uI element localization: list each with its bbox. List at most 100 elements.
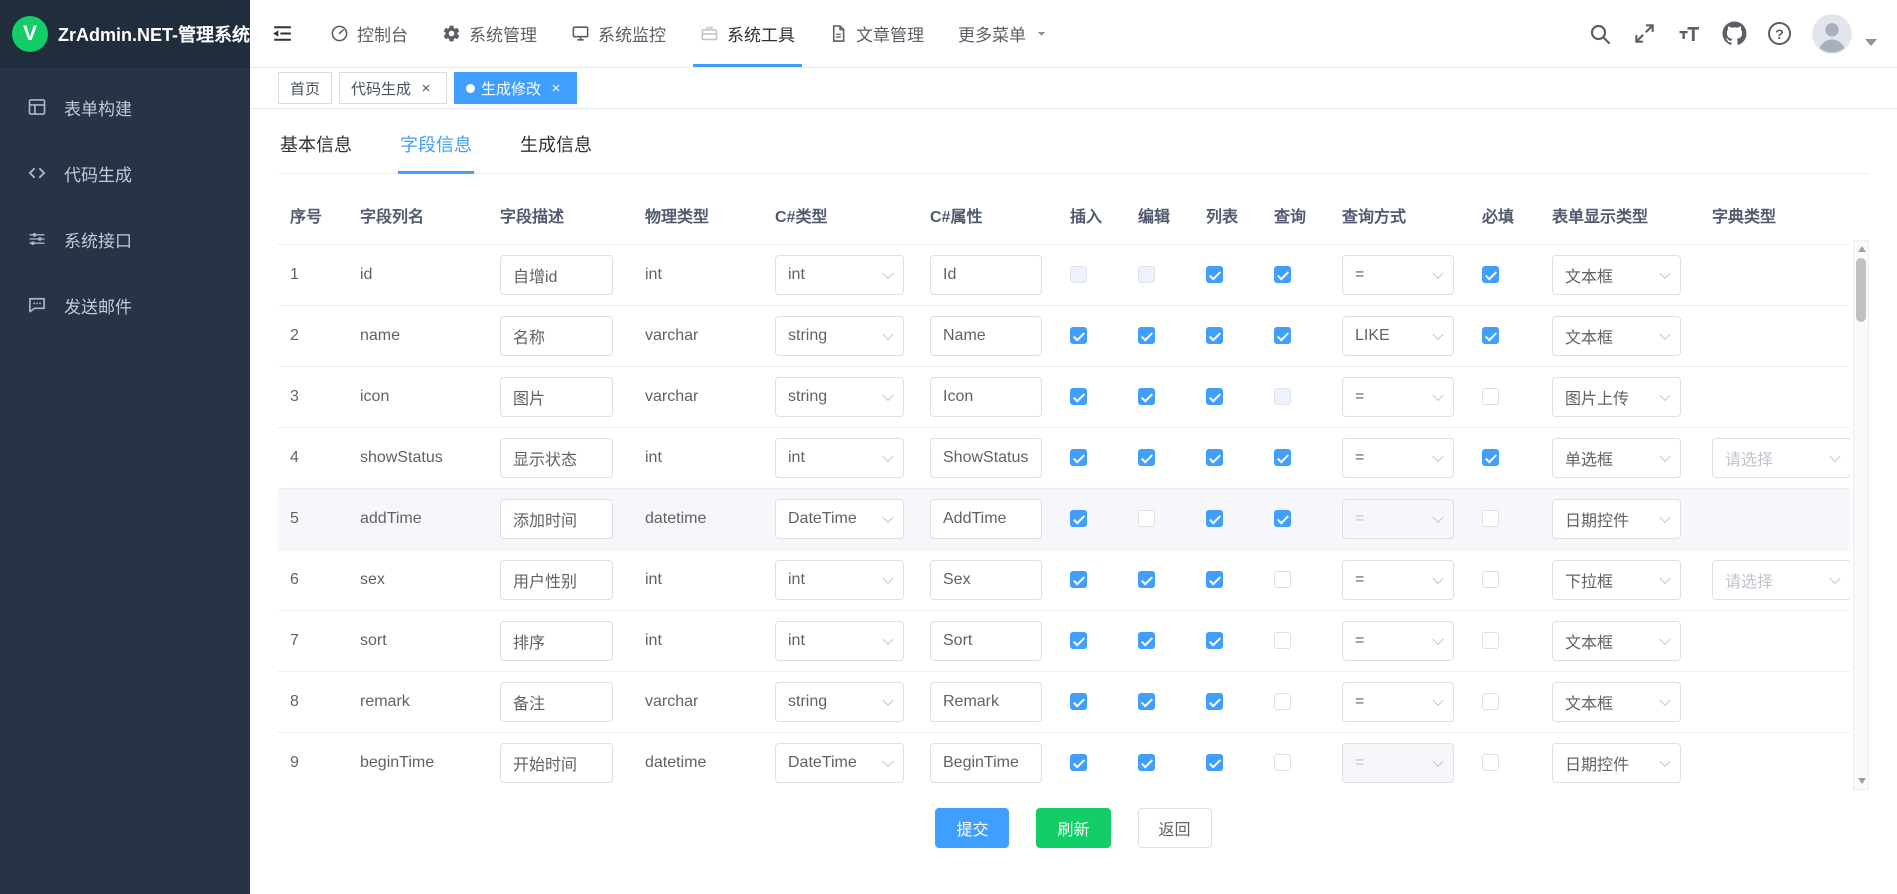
display-type-select[interactable]: 日期控件 xyxy=(1552,499,1681,539)
sidebar-item-form-builder[interactable]: 表单构建 xyxy=(0,74,250,140)
display-type-select[interactable]: 文本框 xyxy=(1552,316,1681,356)
github-button[interactable] xyxy=(1722,21,1747,46)
sidebar-item-system-api[interactable]: 系统接口 xyxy=(0,206,250,272)
table-scrollbar[interactable] xyxy=(1853,240,1869,790)
close-icon[interactable] xyxy=(417,79,435,97)
list-checkbox[interactable] xyxy=(1206,327,1223,344)
close-icon[interactable] xyxy=(547,79,565,97)
query-checkbox[interactable] xyxy=(1274,693,1291,710)
scrollbar-up-arrow-icon[interactable] xyxy=(1858,246,1866,252)
list-checkbox[interactable] xyxy=(1206,266,1223,283)
query-checkbox[interactable] xyxy=(1274,632,1291,649)
list-checkbox[interactable] xyxy=(1206,388,1223,405)
csharp-property-input[interactable] xyxy=(930,743,1042,783)
query-method-select[interactable]: = xyxy=(1342,438,1454,478)
field-description-input[interactable] xyxy=(500,560,613,600)
insert-checkbox[interactable] xyxy=(1070,510,1087,527)
field-description-input[interactable] xyxy=(500,743,613,783)
query-method-select[interactable]: = xyxy=(1342,621,1454,661)
nav-item-system-monitor[interactable]: 系统监控 xyxy=(554,0,683,67)
query-method-select[interactable]: = xyxy=(1342,560,1454,600)
display-type-select[interactable]: 下拉框 xyxy=(1552,560,1681,600)
insert-checkbox[interactable] xyxy=(1070,449,1087,466)
edit-checkbox[interactable] xyxy=(1138,510,1155,527)
field-description-input[interactable] xyxy=(500,499,613,539)
insert-checkbox[interactable] xyxy=(1070,754,1087,771)
field-description-input[interactable] xyxy=(500,316,613,356)
dict-type-select[interactable]: 请选择 xyxy=(1712,560,1850,600)
sidebar-item-code-generation[interactable]: 代码生成 xyxy=(0,140,250,206)
required-checkbox[interactable] xyxy=(1482,571,1499,588)
help-button[interactable] xyxy=(1768,22,1791,45)
display-type-select[interactable]: 文本框 xyxy=(1552,255,1681,295)
edit-checkbox[interactable] xyxy=(1138,571,1155,588)
app-logo[interactable]: V ZrAdmin.NET-管理系统 xyxy=(0,0,250,68)
csharp-type-select[interactable]: int xyxy=(775,255,904,295)
csharp-property-input[interactable] xyxy=(930,499,1042,539)
query-method-select[interactable]: = xyxy=(1342,255,1454,295)
font-size-button[interactable] xyxy=(1677,22,1701,46)
edit-checkbox[interactable] xyxy=(1138,632,1155,649)
query-checkbox[interactable] xyxy=(1274,266,1291,283)
insert-checkbox[interactable] xyxy=(1070,327,1087,344)
display-type-select[interactable]: 图片上传 xyxy=(1552,377,1681,417)
display-type-select[interactable]: 日期控件 xyxy=(1552,743,1681,783)
csharp-property-input[interactable] xyxy=(930,255,1042,295)
tag-code-generation[interactable]: 代码生成 xyxy=(339,72,447,104)
edit-checkbox[interactable] xyxy=(1138,449,1155,466)
fullscreen-button[interactable] xyxy=(1633,22,1656,45)
refresh-button[interactable]: 刷新 xyxy=(1036,808,1110,848)
field-description-input[interactable] xyxy=(500,682,613,722)
tab-generation-info[interactable]: 生成信息 xyxy=(518,131,594,173)
csharp-type-select[interactable]: DateTime xyxy=(775,743,904,783)
search-button[interactable] xyxy=(1588,22,1612,46)
edit-checkbox[interactable] xyxy=(1138,693,1155,710)
query-method-select[interactable]: = xyxy=(1342,682,1454,722)
query-checkbox[interactable] xyxy=(1274,754,1291,771)
tab-field-info[interactable]: 字段信息 xyxy=(398,131,474,173)
insert-checkbox[interactable] xyxy=(1070,571,1087,588)
edit-checkbox[interactable] xyxy=(1138,388,1155,405)
csharp-type-select[interactable]: string xyxy=(775,377,904,417)
csharp-property-input[interactable] xyxy=(930,316,1042,356)
csharp-type-select[interactable]: int xyxy=(775,621,904,661)
nav-item-system-management[interactable]: 系统管理 xyxy=(425,0,554,67)
list-checkbox[interactable] xyxy=(1206,632,1223,649)
submit-button[interactable]: 提交 xyxy=(935,808,1009,848)
edit-checkbox[interactable] xyxy=(1138,754,1155,771)
tag-home[interactable]: 首页 xyxy=(278,72,332,104)
list-checkbox[interactable] xyxy=(1206,571,1223,588)
query-method-select[interactable]: LIKE xyxy=(1342,316,1454,356)
display-type-select[interactable]: 单选框 xyxy=(1552,438,1681,478)
list-checkbox[interactable] xyxy=(1206,693,1223,710)
required-checkbox[interactable] xyxy=(1482,266,1499,283)
list-checkbox[interactable] xyxy=(1206,510,1223,527)
nav-item-more-menu[interactable]: 更多菜单 xyxy=(941,0,1066,67)
csharp-property-input[interactable] xyxy=(930,377,1042,417)
field-description-input[interactable] xyxy=(500,438,613,478)
avatar-caret-down-icon[interactable] xyxy=(1865,39,1877,46)
sidebar-item-send-mail[interactable]: 发送邮件 xyxy=(0,272,250,338)
field-description-input[interactable] xyxy=(500,621,613,661)
required-checkbox[interactable] xyxy=(1482,388,1499,405)
scrollbar-thumb[interactable] xyxy=(1856,258,1866,322)
required-checkbox[interactable] xyxy=(1482,449,1499,466)
required-checkbox[interactable] xyxy=(1482,754,1499,771)
nav-item-console[interactable]: 控制台 xyxy=(313,0,425,67)
query-checkbox[interactable] xyxy=(1274,510,1291,527)
nav-item-system-tools[interactable]: 系统工具 xyxy=(683,0,812,67)
query-checkbox[interactable] xyxy=(1274,327,1291,344)
display-type-select[interactable]: 文本框 xyxy=(1552,682,1681,722)
edit-checkbox[interactable] xyxy=(1138,327,1155,344)
query-method-select[interactable]: = xyxy=(1342,377,1454,417)
required-checkbox[interactable] xyxy=(1482,632,1499,649)
avatar[interactable] xyxy=(1812,14,1852,54)
insert-checkbox[interactable] xyxy=(1070,632,1087,649)
query-checkbox[interactable] xyxy=(1274,449,1291,466)
tab-basic-info[interactable]: 基本信息 xyxy=(278,131,354,173)
csharp-type-select[interactable]: DateTime xyxy=(775,499,904,539)
field-description-input[interactable] xyxy=(500,377,613,417)
csharp-property-input[interactable] xyxy=(930,682,1042,722)
csharp-type-select[interactable]: int xyxy=(775,560,904,600)
hamburger-icon[interactable] xyxy=(270,21,295,46)
